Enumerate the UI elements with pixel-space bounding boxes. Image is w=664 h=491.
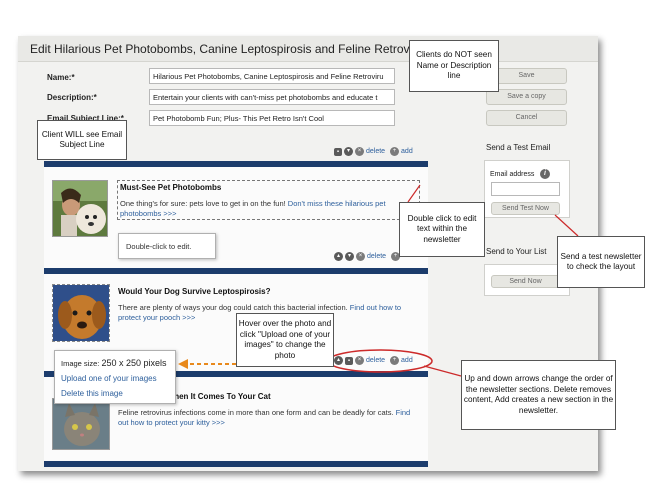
callout-arrows: Up and down arrows change the order of t… (461, 360, 616, 430)
callout-hover-photo: Hover over the photo and click "Upload o… (236, 313, 334, 367)
callout-no-name: Clients do NOT seen Name or Description … (409, 40, 499, 92)
callout-subject-line: Client WILL see Email Subject Line (37, 120, 127, 160)
callout-send-test: Send a test newsletter to check the layo… (557, 236, 645, 288)
callout-double-click: Double click to edit text within the new… (399, 202, 485, 257)
